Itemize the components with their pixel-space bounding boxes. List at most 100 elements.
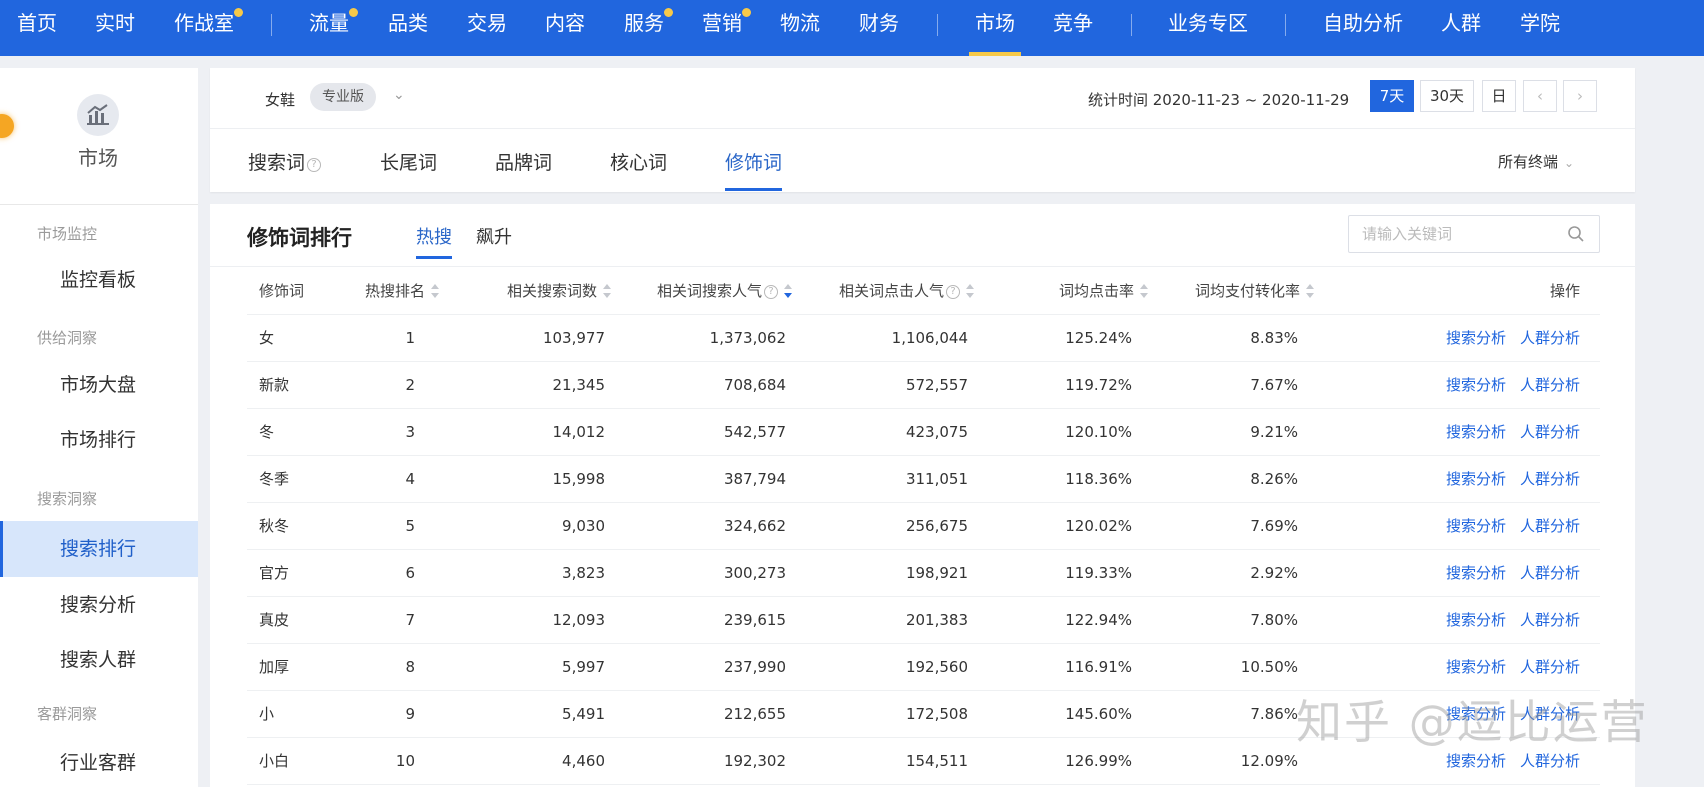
search-analysis-link[interactable]: 搜索分析 [1446, 752, 1506, 770]
tab-modifier-words[interactable]: 修饰词 [725, 148, 783, 191]
crowd-analysis-link[interactable]: 人群分析 [1520, 705, 1580, 723]
search-icon[interactable] [1567, 225, 1585, 243]
cell-related-count: 12,093 [439, 596, 611, 644]
cell-ctr: 119.72% [974, 361, 1148, 409]
search-analysis-link[interactable]: 搜索分析 [1446, 329, 1506, 347]
cell-word: 加厚 [247, 643, 347, 691]
category-label[interactable]: 女鞋 [265, 89, 295, 110]
nav-item-business-zone[interactable]: 业务专区 [1168, 0, 1248, 56]
nav-item-academy[interactable]: 学院 [1520, 0, 1560, 56]
notification-badge[interactable] [0, 114, 14, 138]
cell-word: 女 [247, 314, 347, 362]
sidebar-item-search-analysis[interactable]: 搜索分析 [0, 577, 198, 633]
column-header-search-popularity[interactable]: 相关词搜索人气? [611, 267, 792, 315]
tab-brand-words[interactable]: 品牌词 [495, 148, 552, 175]
nav-item-market[interactable]: 市场 [969, 0, 1021, 56]
nav-item-war-room[interactable]: 作战室 [174, 0, 243, 56]
sort-desc-icon[interactable] [784, 283, 792, 298]
nav-item-realtime[interactable]: 实时 [95, 0, 135, 56]
search-analysis-link[interactable]: 搜索分析 [1446, 517, 1506, 535]
sort-icon[interactable] [1306, 283, 1314, 298]
crowd-analysis-link[interactable]: 人群分析 [1520, 752, 1580, 770]
nav-item-finance[interactable]: 财务 [859, 0, 899, 56]
nav-item-crowd[interactable]: 人群 [1441, 0, 1481, 56]
nav-item-service[interactable]: 服务 [624, 0, 673, 56]
column-header-cvr[interactable]: 词均支付转化率 [1148, 267, 1314, 315]
sidebar-item-monitor-board[interactable]: 监控看板 [0, 252, 198, 308]
search-analysis-link[interactable]: 搜索分析 [1446, 376, 1506, 394]
subtab-rising[interactable]: 飙升 [476, 223, 512, 249]
column-header-label: 相关词搜索人气 [656, 281, 762, 300]
cell-related-count: 21,345 [439, 361, 611, 409]
cell-ctr: 125.24% [974, 314, 1148, 362]
nav-item-marketing[interactable]: 营销 [702, 0, 751, 56]
help-icon[interactable]: ? [764, 284, 778, 299]
nav-item-competition[interactable]: 竞争 [1053, 0, 1093, 56]
nav-label: 营销 [702, 11, 742, 35]
nav-label: 服务 [624, 11, 664, 35]
nav-item-traffic[interactable]: 流量 [309, 0, 358, 56]
table-row: 小 9 5,491 212,655 172,508 145.60% 7.86% 搜索分析 人群分… [247, 690, 1600, 738]
prev-arrow-icon[interactable]: ‹ [1523, 80, 1557, 112]
subtab-hot-search[interactable]: 热搜 [416, 223, 452, 259]
tab-core-words[interactable]: 核心词 [610, 148, 667, 175]
crowd-analysis-link[interactable]: 人群分析 [1520, 611, 1580, 629]
sidebar-group-label: 客群洞察 [37, 705, 98, 723]
crowd-analysis-link[interactable]: 人群分析 [1520, 564, 1580, 582]
tab-long-tail-words[interactable]: 长尾词 [380, 148, 437, 175]
cell-rank: 9 [347, 690, 439, 738]
range-30d-button[interactable]: 30天 [1420, 80, 1474, 112]
sort-icon[interactable] [603, 283, 611, 298]
sidebar-item-market-overview[interactable]: 市场大盘 [0, 357, 198, 413]
sort-icon[interactable] [1140, 283, 1148, 298]
sidebar-item-industry-customer[interactable]: 行业客群 [0, 735, 198, 787]
search-analysis-link[interactable]: 搜索分析 [1446, 705, 1506, 723]
nav-label: 物流 [780, 11, 820, 35]
help-icon[interactable]: ? [946, 284, 960, 299]
nav-item-category[interactable]: 品类 [388, 0, 428, 56]
next-arrow-icon[interactable]: › [1563, 80, 1597, 112]
sidebar-item-search-crowd[interactable]: 搜索人群 [0, 632, 198, 688]
nav-item-self-analysis[interactable]: 自助分析 [1323, 0, 1403, 56]
keyword-search-input[interactable] [1348, 215, 1600, 253]
sidebar-item-market-ranking[interactable]: 市场排行 [0, 412, 198, 468]
search-analysis-link[interactable]: 搜索分析 [1446, 658, 1506, 676]
range-7d-button[interactable]: 7天 [1370, 80, 1414, 112]
nav-item-content[interactable]: 内容 [545, 0, 585, 56]
sort-icon[interactable] [431, 283, 439, 298]
column-header-rank[interactable]: 热搜排名 [347, 267, 439, 315]
edition-badge: 专业版 [310, 83, 376, 111]
crowd-analysis-link[interactable]: 人群分析 [1520, 329, 1580, 347]
help-icon[interactable]: ? [307, 158, 322, 172]
search-analysis-link[interactable]: 搜索分析 [1446, 564, 1506, 582]
range-day-button[interactable]: 日 [1482, 80, 1516, 112]
search-analysis-link[interactable]: 搜索分析 [1446, 611, 1506, 629]
crowd-analysis-link[interactable]: 人群分析 [1520, 658, 1580, 676]
sidebar-item-search-ranking[interactable]: 搜索排行 [0, 521, 198, 577]
sort-icon[interactable] [966, 283, 974, 298]
search-analysis-link[interactable]: 搜索分析 [1446, 470, 1506, 488]
table-row: 真皮 7 12,093 239,615 201,383 122.94% 7.80% 搜索分析人… [247, 596, 1600, 644]
column-header-related-count[interactable]: 相关搜索词数 [439, 267, 611, 315]
crowd-analysis-link[interactable]: 人群分析 [1520, 376, 1580, 394]
cell-click-popularity: 311,051 [792, 455, 974, 503]
cell-click-popularity: 1,106,044 [792, 314, 974, 362]
cell-cvr: 2.92% [1148, 549, 1314, 597]
tab-search-words[interactable]: 搜索词? [248, 148, 322, 175]
crowd-analysis-link[interactable]: 人群分析 [1520, 423, 1580, 441]
nav-item-home[interactable]: 首页 [17, 0, 57, 56]
column-header-ctr[interactable]: 词均点击率 [974, 267, 1148, 315]
cell-click-popularity: 172,508 [792, 690, 974, 738]
nav-item-trade[interactable]: 交易 [467, 0, 507, 56]
crowd-analysis-link[interactable]: 人群分析 [1520, 517, 1580, 535]
column-header-click-popularity[interactable]: 相关词点击人气? [792, 267, 974, 315]
search-analysis-link[interactable]: 搜索分析 [1446, 423, 1506, 441]
cell-actions: 搜索分析 人群分析 [1314, 596, 1600, 644]
cell-search-popularity: 212,655 [611, 690, 792, 738]
crowd-analysis-link[interactable]: 人群分析 [1520, 470, 1580, 488]
nav-item-logistics[interactable]: 物流 [780, 0, 820, 56]
terminal-select[interactable]: 所有终端 ⌄ [1498, 151, 1574, 172]
chevron-down-icon[interactable]: ⌄ [393, 87, 405, 103]
cell-actions: 搜索分析 人群分析 [1314, 408, 1600, 456]
nav-separator [271, 14, 272, 36]
